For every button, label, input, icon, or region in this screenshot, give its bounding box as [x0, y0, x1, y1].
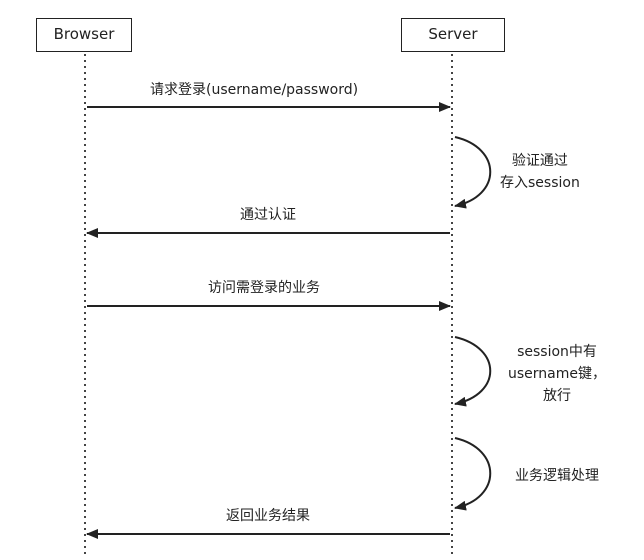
check-session-note-line-3: 放行	[543, 388, 571, 404]
verify-note-line-1: 验证通过	[511, 153, 568, 169]
check-session-note: session中有 username键， 放行	[508, 341, 606, 407]
access-business-label: 访问需登录的业务	[208, 280, 320, 296]
check-session-note-line-1: session中有	[517, 344, 597, 360]
login-request-label: 请求登录(username/password)	[150, 82, 359, 98]
return-result-label: 返回业务结果	[226, 508, 310, 524]
verify-note: 验证通过 存入session	[500, 150, 580, 194]
business-logic-self-arrow	[454, 437, 492, 511]
browser-participant: Browser	[36, 18, 132, 52]
sequence-diagram: Browser Server 请求登录(username/password) 通…	[0, 0, 644, 560]
server-participant: Server	[401, 18, 505, 52]
business-logic-note: 业务逻辑处理	[515, 465, 599, 487]
verify-self-arrow	[454, 136, 492, 209]
auth-passed-label: 通过认证	[240, 207, 296, 223]
business-logic-note-line-1: 业务逻辑处理	[515, 468, 599, 484]
check-session-note-line-2: username键，	[508, 366, 606, 382]
verify-note-line-2: 存入session	[500, 175, 580, 191]
check-session-self-arrow	[454, 336, 492, 407]
